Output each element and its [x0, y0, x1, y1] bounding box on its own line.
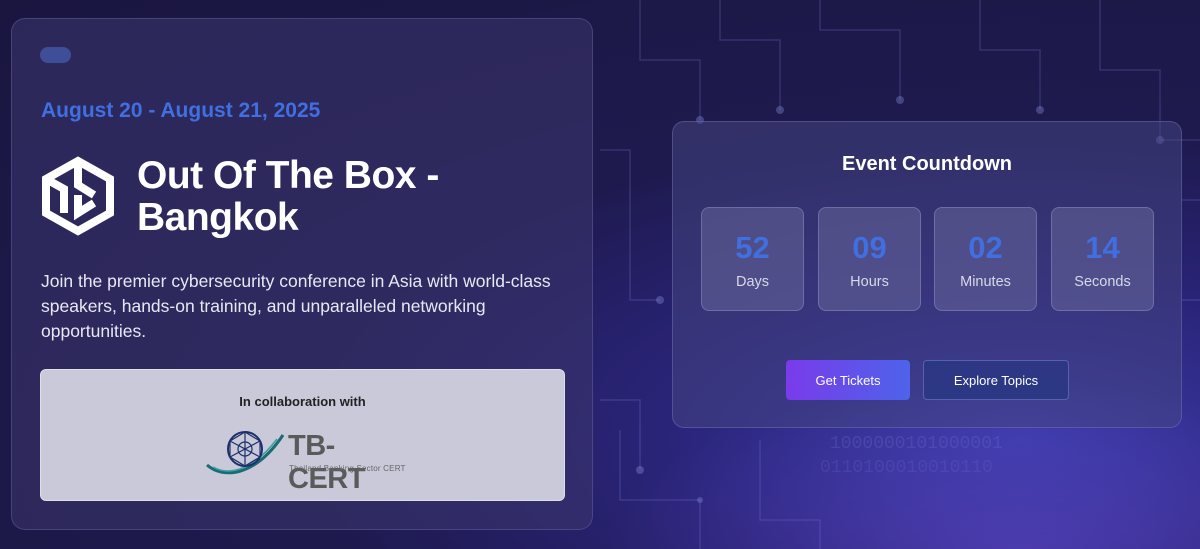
countdown-minutes-value: 02 [968, 230, 1003, 265]
countdown-minutes: 02 Minutes [934, 207, 1037, 311]
partner-name: TB-CERT [288, 430, 365, 495]
countdown-hours: 09 Hours [818, 207, 921, 311]
event-date: August 20 - August 21, 2025 [41, 99, 321, 122]
explore-topics-button[interactable]: Explore Topics [923, 360, 1069, 400]
countdown-days-label: Days [735, 274, 770, 290]
event-hero-card: August 20 - August 21, 2025 Out Of The B… [11, 18, 593, 530]
countdown-seconds-value: 14 [1085, 230, 1120, 265]
tbcert-emblem-icon [206, 431, 285, 475]
badge-pill [40, 47, 71, 63]
countdown-hours-value: 09 [852, 230, 887, 265]
partner-tagline: Thailand Banking Sector CERT [289, 464, 406, 473]
event-description: Join the premier cybersecurity conferenc… [41, 271, 551, 341]
countdown-card: Event Countdown 52 Days 09 Hours 02 Minu… [672, 121, 1182, 428]
countdown-seconds-label: Seconds [1074, 274, 1131, 290]
countdown-days-value: 52 [735, 230, 770, 265]
cube-logo-icon [42, 156, 114, 236]
get-tickets-button[interactable]: Get Tickets [786, 360, 910, 400]
tbcert-logo: TB-CERT Thailand Banking Sector CERT [205, 427, 406, 495]
collaboration-box: In collaboration with TB-CERT Thailand B… [40, 369, 565, 501]
countdown-title: Event Countdown [842, 153, 1012, 175]
countdown-minutes-label: Minutes [960, 274, 1011, 290]
event-title: Out Of The Box - Bangkok [137, 154, 439, 239]
countdown-hours-label: Hours [850, 274, 889, 290]
countdown-days: 52 Days [701, 207, 804, 311]
countdown-seconds: 14 Seconds [1051, 207, 1154, 311]
collaboration-label: In collaboration with [239, 394, 366, 409]
